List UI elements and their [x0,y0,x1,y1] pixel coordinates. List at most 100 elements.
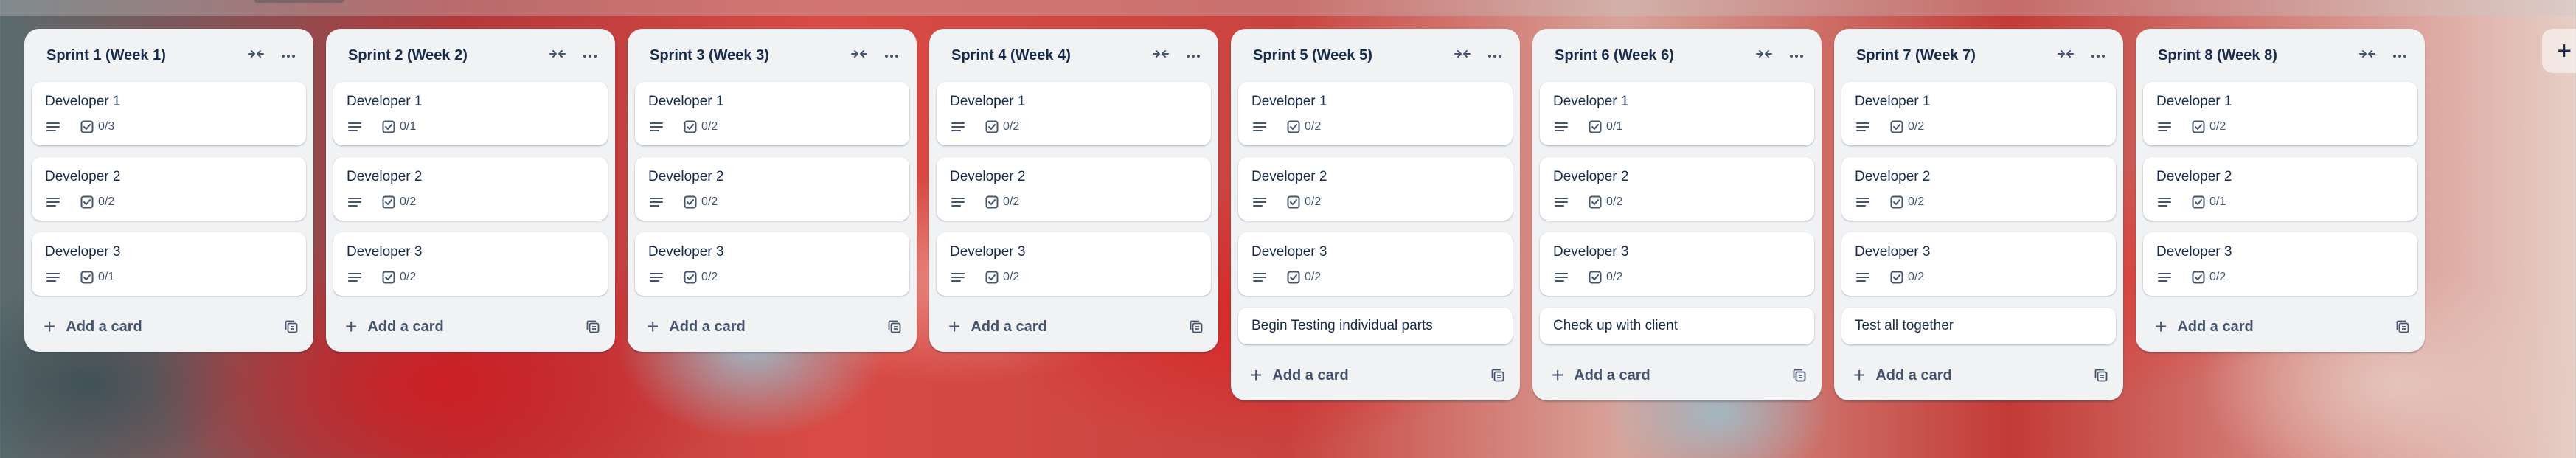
add-card-button[interactable]: + Add a card [44,316,278,337]
collapse-list-button[interactable] [2351,39,2384,72]
list-column[interactable]: Sprint 1 (Week 1) Developer 1 0/3 Developer… [24,29,313,352]
card[interactable]: Developer 2 0/2 [333,157,608,221]
card[interactable]: Developer 2 0/2 [32,157,306,221]
checklist-badge: 0/1 [2192,195,2226,209]
list-title[interactable]: Sprint 7 (Week 7) [1856,47,2049,64]
create-from-template-button[interactable] [278,313,305,340]
card[interactable]: Begin Testing individual parts [1238,308,1513,344]
card[interactable]: Test all together [1841,308,2116,344]
add-card-button[interactable]: + Add a card [647,316,881,337]
card[interactable]: Developer 1 0/2 [1841,82,2116,145]
add-card-button[interactable]: + Add a card [948,316,1183,337]
list-actions-button[interactable] [1177,39,1209,72]
card[interactable]: Developer 2 0/1 [2143,157,2417,221]
list-column[interactable]: Sprint 7 (Week 7) Developer 1 0/2 Developer… [1834,29,2123,400]
add-card-button[interactable]: + Add a card [345,316,580,337]
checklist-count: 0/2 [1908,195,1925,208]
top-bar-tab [254,0,344,3]
create-from-template-button[interactable] [2389,313,2416,340]
checklist-count: 0/1 [2209,195,2226,208]
checklist-badge: 0/2 [2192,120,2226,133]
add-card-button[interactable]: + Add a card [1250,365,1485,386]
create-from-template-button[interactable] [2088,362,2114,389]
card[interactable]: Developer 2 0/2 [1540,157,1814,221]
card-title: Check up with client [1553,318,1678,333]
checkbox-icon [1589,195,1602,209]
list-title[interactable]: Sprint 5 (Week 5) [1253,47,1446,64]
card-badges: 0/2 [1855,268,2103,287]
add-card-button[interactable]: + Add a card [1552,365,1786,386]
card[interactable]: Developer 1 0/2 [2143,82,2417,145]
list-title[interactable]: Sprint 4 (Week 4) [951,47,1145,64]
card[interactable]: Developer 1 0/3 [32,82,306,145]
list-actions-button[interactable] [1479,39,1511,72]
checkbox-icon [1890,195,1903,209]
checklist-count: 0/2 [1908,271,1925,283]
card[interactable]: Developer 2 0/2 [937,157,1211,221]
checklist-badge: 0/2 [985,195,1019,209]
add-card-button[interactable]: + Add a card [1853,365,2088,386]
list-title[interactable]: Sprint 2 (Week 2) [348,47,541,64]
card[interactable]: Developer 3 0/2 [333,232,608,296]
list-title[interactable]: Sprint 1 (Week 1) [46,47,240,64]
list-actions-button[interactable] [272,39,305,72]
list-actions-button[interactable] [574,39,606,72]
list-title[interactable]: Sprint 3 (Week 3) [650,47,843,64]
description-lines-icon [1555,272,1575,282]
collapse-list-button[interactable] [2049,39,2082,72]
list-column[interactable]: Sprint 8 (Week 8) Developer 1 0/2 Developer… [2136,29,2425,352]
list-column[interactable]: Sprint 4 (Week 4) Developer 1 0/2 Developer… [929,29,1218,352]
card[interactable]: Developer 3 0/2 [635,232,909,296]
card[interactable]: Developer 1 0/1 [1540,82,1814,145]
list-actions-button[interactable] [2384,39,2416,72]
create-from-template-button[interactable] [1183,313,1209,340]
create-from-template-button[interactable] [881,313,908,340]
list-actions-button[interactable] [2082,39,2114,72]
checklist-count: 0/2 [1908,120,1925,133]
card[interactable]: Developer 1 0/1 [333,82,608,145]
card[interactable]: Developer 2 0/2 [1841,157,2116,221]
collapse-list-button[interactable] [1446,39,1479,72]
card-title: Developer 1 [2156,94,2232,109]
list-actions-button[interactable] [875,39,908,72]
add-card-button[interactable]: + Add a card [2155,316,2389,337]
card[interactable]: Developer 2 0/2 [1238,157,1513,221]
list-title[interactable]: Sprint 8 (Week 8) [2158,47,2351,64]
card[interactable]: Developer 2 0/2 [635,157,909,221]
create-from-template-button[interactable] [1786,362,1813,389]
add-list-button[interactable]: + [2542,29,2576,73]
card[interactable]: Check up with client [1540,308,1814,344]
create-from-template-button[interactable] [1485,362,1511,389]
card[interactable]: Developer 3 0/2 [1841,232,2116,296]
checklist-badge: 0/2 [1287,195,1321,209]
collapse-list-button[interactable] [541,39,574,72]
card[interactable]: Developer 3 0/2 [1540,232,1814,296]
card[interactable]: Developer 1 0/2 [1238,82,1513,145]
collapse-list-button[interactable] [1145,39,1177,72]
list-column[interactable]: Sprint 5 (Week 5) Developer 1 0/2 Developer… [1231,29,1520,400]
card[interactable]: Developer 1 0/2 [937,82,1211,145]
checkbox-icon [1287,120,1300,133]
list-header: Sprint 8 (Week 8) [2136,29,2425,82]
collapse-list-button[interactable] [240,39,272,72]
list-actions-button[interactable] [1780,39,1813,72]
list-column[interactable]: Sprint 2 (Week 2) Developer 1 0/1 Developer… [326,29,615,352]
card[interactable]: Developer 3 0/2 [937,232,1211,296]
list-footer: + Add a card [1834,356,2123,395]
list-title[interactable]: Sprint 6 (Week 6) [1555,47,1748,64]
collapse-list-button[interactable] [1748,39,1780,72]
checkbox-icon [684,120,697,133]
description-lines-icon [348,272,369,282]
add-card-label: Add a card [669,318,746,335]
card[interactable]: Developer 3 0/1 [32,232,306,296]
card[interactable]: Developer 1 0/2 [635,82,909,145]
create-from-template-button[interactable] [580,313,606,340]
list-column[interactable]: Sprint 6 (Week 6) Developer 1 0/1 Developer… [1532,29,1822,400]
card[interactable]: Developer 3 0/2 [2143,232,2417,296]
add-card-label: Add a card [1875,367,1952,384]
card[interactable]: Developer 3 0/2 [1238,232,1513,296]
collapse-list-button[interactable] [843,39,875,72]
list-column[interactable]: Sprint 3 (Week 3) Developer 1 0/2 Developer… [628,29,917,352]
list-header: Sprint 5 (Week 5) [1231,29,1520,82]
card-template-icon [285,320,298,333]
